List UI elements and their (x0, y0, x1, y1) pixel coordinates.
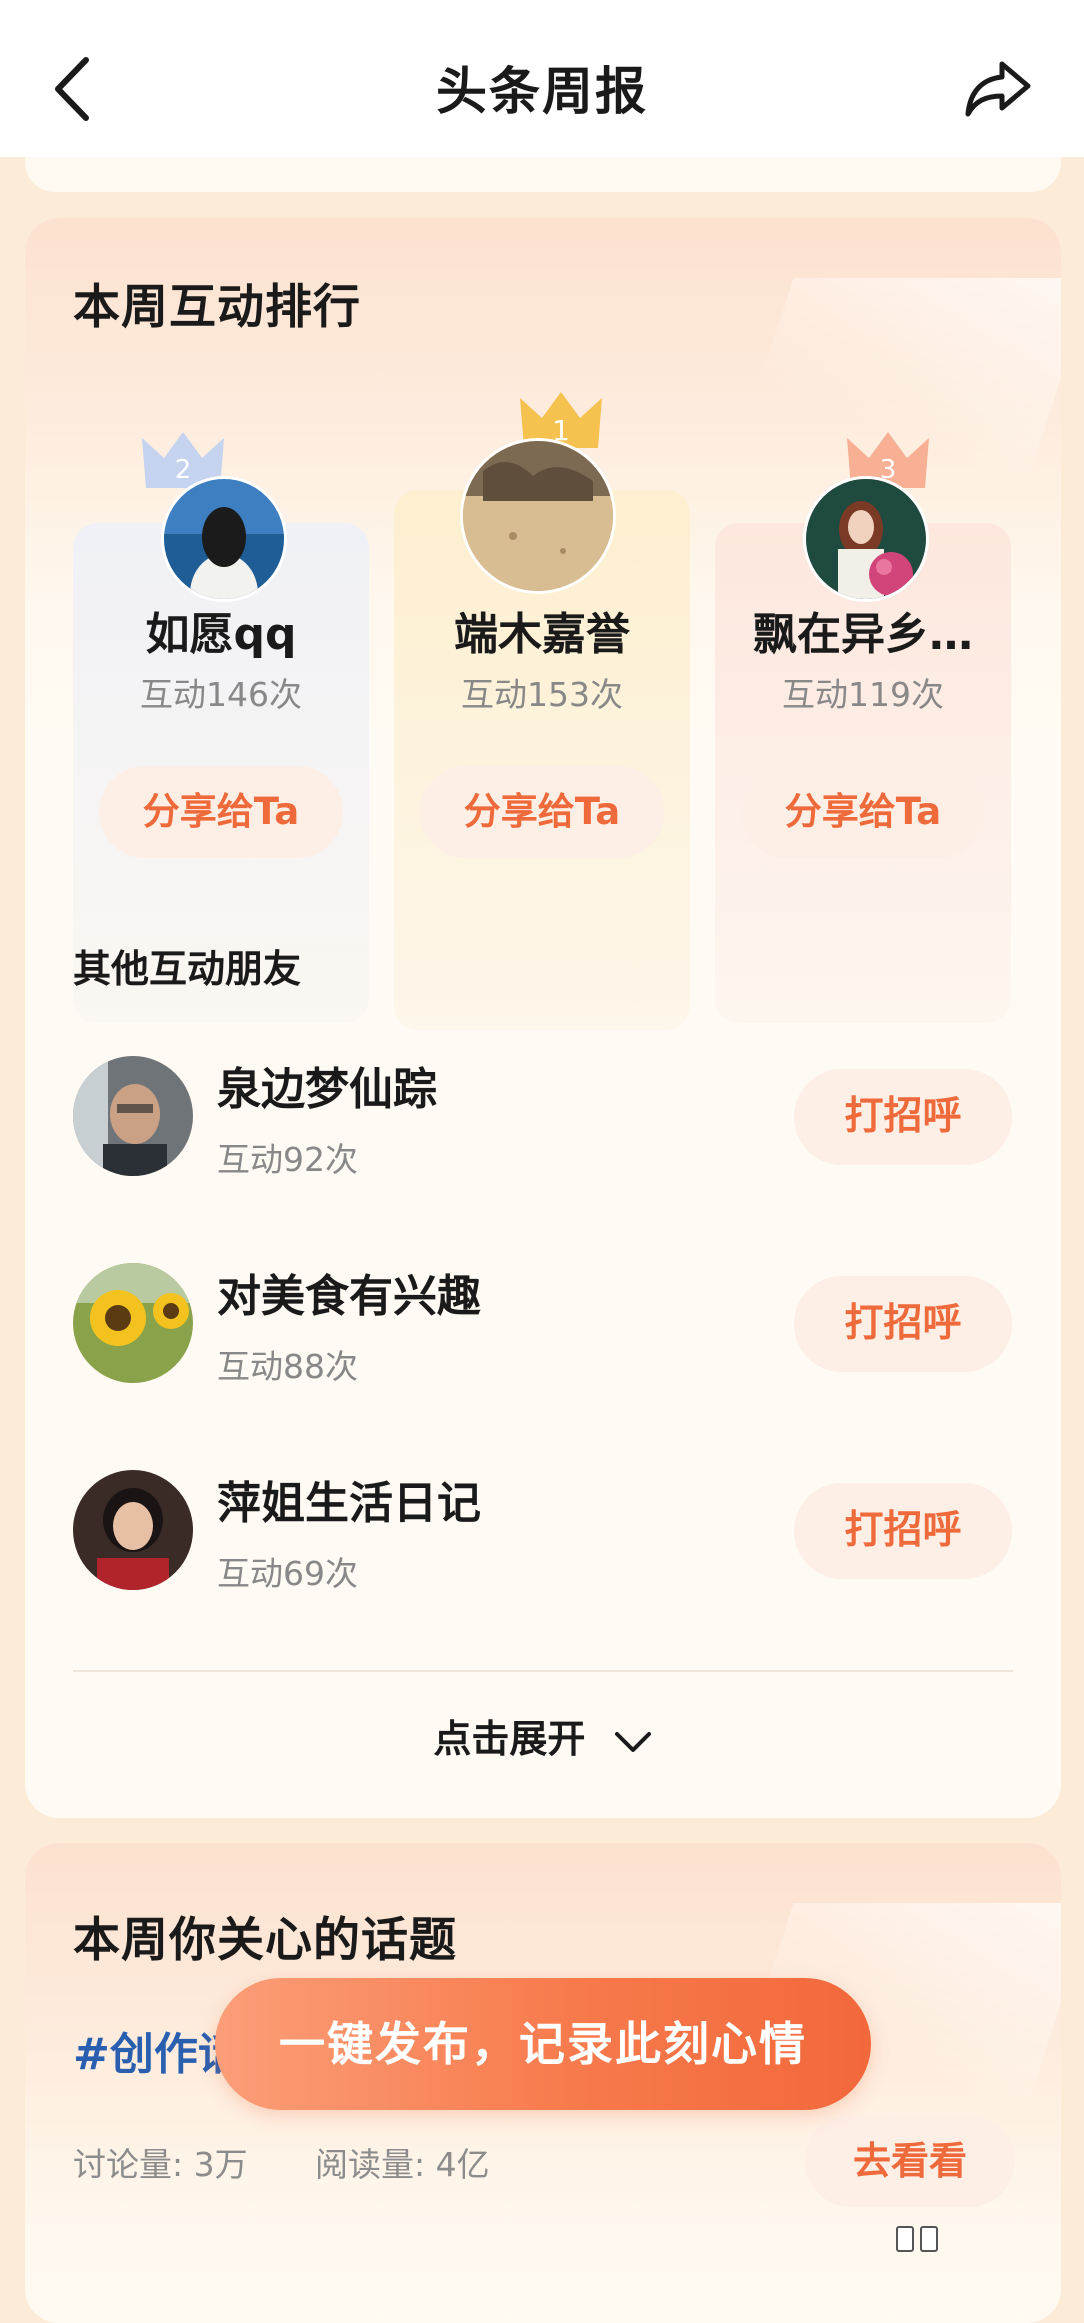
friend-name[interactable]: 萍姐生活日记 (217, 1467, 481, 1531)
read-count: 阅读量: 4亿 (315, 2145, 490, 2184)
avatar-rank-3[interactable] (803, 476, 929, 602)
share-button-rank-3[interactable]: 分享给Ta (741, 766, 985, 858)
rank-3-name[interactable]: 飘在异乡… (715, 598, 1011, 662)
rank-2-name[interactable]: 如愿qq (73, 598, 369, 662)
friend-avatar[interactable] (73, 1470, 193, 1590)
divider (73, 1670, 1013, 1672)
weekly-ranking-card: 本周互动排行 2 如愿qq 互动146次 分享给Ta 1 端木嘉誉 互动153次… (25, 218, 1061, 1818)
greet-button[interactable]: 打招呼 (794, 1069, 1012, 1165)
ranking-title: 本周互动排行 (73, 280, 361, 335)
discussion-count: 讨论量: 3万 (73, 2145, 248, 2184)
avatar-rank-1[interactable] (460, 438, 616, 594)
top-nav-bar: 头条周报 (0, 0, 1084, 157)
svg-text:2: 2 (175, 455, 192, 485)
system-nav-indicator (896, 2226, 1030, 2252)
rank-3-count: 互动119次 (782, 675, 944, 714)
view-topic-button[interactable]: 去看看 (805, 2115, 1015, 2207)
expand-toggle[interactable]: 点击展开 (25, 1708, 1061, 1763)
friend-name[interactable]: 对美食有兴趣 (217, 1260, 481, 1324)
rank-1-name[interactable]: 端木嘉誉 (394, 598, 690, 662)
friend-count: 互动92次 (217, 1140, 358, 1179)
friend-count: 互动69次 (217, 1554, 358, 1593)
friend-name[interactable]: 泉边梦仙踪 (217, 1053, 437, 1117)
page-title: 头条周报 (435, 63, 648, 122)
greet-button[interactable]: 打招呼 (794, 1276, 1012, 1372)
rank-2-count: 互动146次 (140, 675, 302, 714)
quick-publish-button[interactable]: 一键发布，记录此刻心情 (215, 1978, 871, 2110)
rank-1-count: 互动153次 (461, 675, 623, 714)
topics-title: 本周你关心的话题 (73, 1913, 457, 1968)
friend-count: 互动88次 (217, 1347, 358, 1386)
chevron-down-icon (614, 1731, 651, 1752)
nav-indicator-segment (896, 2226, 914, 2252)
other-friends-heading: 其他互动朋友 (73, 947, 302, 991)
friend-avatar[interactable] (73, 1263, 193, 1383)
friend-avatar[interactable] (73, 1056, 193, 1176)
share-icon[interactable] (962, 52, 1034, 124)
nav-indicator-segment (920, 2226, 938, 2252)
greet-button[interactable]: 打招呼 (794, 1483, 1012, 1579)
avatar-rank-2[interactable] (161, 476, 287, 602)
share-button-rank-2[interactable]: 分享给Ta (99, 766, 343, 858)
share-button-rank-1[interactable]: 分享给Ta (420, 766, 664, 858)
expand-label: 点击展开 (433, 1717, 586, 1761)
